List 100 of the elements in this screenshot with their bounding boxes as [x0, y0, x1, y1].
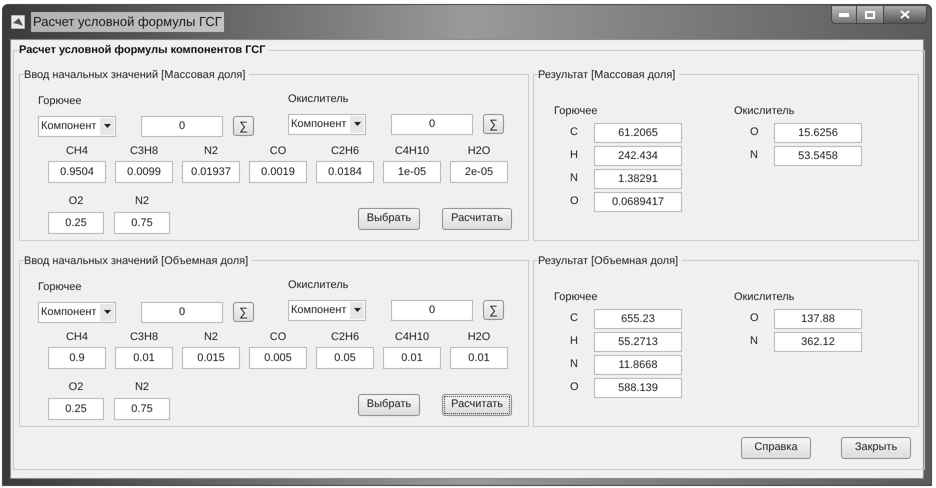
input-field[interactable]: 242.434 [594, 146, 682, 166]
input-field[interactable]: 15.6256 [774, 122, 862, 142]
element-label: C [569, 125, 579, 140]
component-label: CH4 [66, 330, 88, 344]
element-label: N [569, 357, 579, 372]
component-label: H2O [468, 330, 490, 344]
input-field[interactable]: 362.12 [774, 332, 862, 352]
column-label: Горючее [554, 104, 598, 119]
input-field[interactable]: 0 [391, 114, 473, 134]
component-label: N2 [134, 380, 150, 395]
maximize-icon [865, 10, 875, 18]
button[interactable]: Выбрать [358, 394, 420, 416]
element-label: O [569, 194, 580, 210]
input-field[interactable]: 0.01 [115, 347, 173, 369]
caret-icon [104, 124, 110, 128]
caret-icon [354, 308, 360, 312]
component-label: CH4 [66, 144, 88, 158]
component-label: CO [270, 144, 286, 158]
input-field[interactable]: 0.75 [114, 212, 170, 234]
dropdown[interactable]: Компонент [288, 300, 366, 320]
input-field[interactable]: 0 [141, 302, 223, 322]
dropdown[interactable]: Компонент [38, 302, 116, 322]
component-label: N2 [134, 194, 150, 209]
component-label: C3H8 [130, 144, 158, 158]
component-label: N2 [204, 144, 218, 158]
field-label: Горючее [38, 94, 82, 109]
button[interactable]: Расчитать [442, 208, 512, 230]
input-field[interactable]: 0.015 [182, 347, 240, 369]
input-field[interactable]: 0.01 [383, 347, 441, 369]
button[interactable]: Выбрать [358, 208, 420, 230]
input-field[interactable]: 0 [141, 116, 223, 136]
input-field[interactable]: 53.5458 [774, 146, 862, 166]
component-label: O2 [68, 380, 84, 395]
caret-icon [354, 122, 360, 126]
input-field[interactable]: 55.2713 [594, 332, 682, 352]
component-label: C3H8 [130, 330, 158, 344]
dropdown[interactable]: Компонент [288, 114, 366, 134]
input-field[interactable]: 0.9 [48, 347, 106, 369]
component-label: CO [270, 330, 286, 344]
button[interactable]: ∑ [483, 300, 504, 320]
component-label: C2H6 [330, 330, 360, 344]
element-label: C [569, 311, 579, 326]
element-label: O [749, 125, 760, 140]
app-icon [11, 15, 25, 29]
component-label: C2H6 [330, 144, 360, 158]
button[interactable]: ∑ [233, 116, 254, 136]
element-label: H [569, 148, 579, 164]
component-label: H2O [468, 144, 490, 158]
element-label: N [749, 148, 759, 164]
element-label: O [749, 311, 760, 326]
input-field[interactable]: 0.0099 [115, 161, 173, 183]
input-field[interactable]: 1.38291 [594, 168, 682, 188]
input-field[interactable]: 2e-05 [450, 161, 508, 183]
column-label: Окислитель [734, 104, 796, 119]
input-field[interactable]: 0.25 [48, 398, 104, 420]
element-label: N [749, 334, 759, 350]
field-label: Горючее [38, 280, 82, 295]
window-title: Расчет условной формулы ГСГ [31, 12, 224, 32]
input-field[interactable]: 0.75 [114, 398, 170, 420]
component-label: O2 [68, 194, 84, 209]
input-field[interactable]: 0.0019 [249, 161, 307, 183]
input-field[interactable]: 1e-05 [383, 161, 441, 183]
minimize-button[interactable] [831, 5, 857, 24]
close-button[interactable] [883, 5, 927, 24]
panel-title: Ввод начальных значений [Массовая доля] [24, 68, 246, 82]
field-label: Окислитель [288, 278, 350, 293]
input-field[interactable]: 61.2065 [594, 122, 682, 142]
button[interactable]: Закрыть [841, 436, 911, 458]
input-field[interactable]: 0.25 [48, 212, 104, 234]
element-label: H [569, 334, 579, 350]
input-field[interactable]: 11.8668 [594, 354, 682, 374]
panel-title: Ввод начальных значений [Объемная доля] [24, 254, 250, 268]
button[interactable]: Справка [741, 436, 811, 458]
column-label: Горючее [554, 290, 598, 305]
button[interactable]: ∑ [483, 114, 504, 134]
element-label: O [569, 380, 580, 396]
element-label: N [569, 171, 579, 186]
input-field[interactable]: 137.88 [774, 308, 862, 328]
panel-title: Расчет условной формулы компонентов ГСГ [19, 43, 266, 58]
panel-title: Результат [Объемная доля] [538, 254, 680, 268]
maximize-button[interactable] [857, 5, 883, 24]
dropdown[interactable]: Компонент [38, 116, 116, 136]
input-field[interactable]: 655.23 [594, 308, 682, 328]
input-field[interactable]: 0.05 [316, 347, 374, 369]
input-field[interactable]: 0.005 [249, 347, 307, 369]
component-label: N2 [204, 330, 218, 344]
input-field[interactable]: 0 [391, 300, 473, 320]
field-label: Окислитель [288, 92, 350, 107]
button[interactable]: ∑ [233, 302, 254, 322]
input-field[interactable]: 0.9504 [48, 161, 106, 183]
minimize-icon [839, 12, 849, 16]
button[interactable]: Расчитать [442, 394, 512, 416]
input-field[interactable]: 0.01 [450, 347, 508, 369]
input-field[interactable]: 0.0689417 [594, 192, 682, 212]
panel-title: Результат [Массовая доля] [538, 68, 676, 82]
input-field[interactable]: 0.01937 [182, 161, 240, 183]
column-label: Окислитель [734, 290, 796, 305]
input-field[interactable]: 588.139 [594, 378, 682, 398]
close-icon [900, 10, 910, 19]
input-field[interactable]: 0.0184 [316, 161, 374, 183]
